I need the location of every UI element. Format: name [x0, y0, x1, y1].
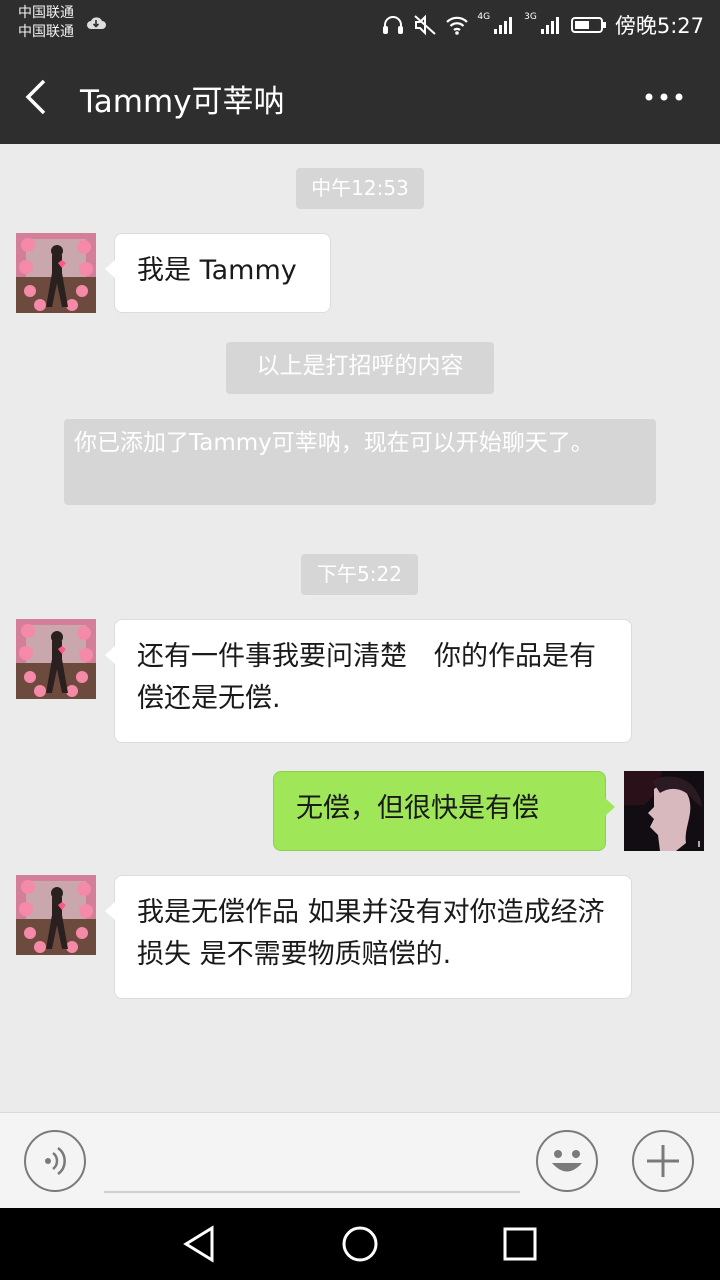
more-button[interactable] — [644, 90, 684, 104]
message-bubble-received[interactable]: 还有一件事我要问清楚 你的作品是有偿还是无偿. — [105, 619, 632, 743]
status-icons: 4G 3G 傍晚5:27 — [381, 10, 704, 40]
message-text: 还有一件事我要问清楚 你的作品是有偿还是无偿. — [137, 641, 596, 714]
message-input[interactable] — [104, 1191, 520, 1193]
contact-avatar-image — [16, 875, 96, 955]
back-button[interactable] — [22, 78, 52, 116]
voice-icon — [45, 1146, 66, 1176]
plus-icon — [647, 1145, 679, 1177]
message-bubble-sent[interactable]: 无偿，但很快是有偿 — [273, 771, 615, 851]
headset-icon — [383, 16, 404, 34]
message-bubble-received[interactable]: 我是 Tammy — [105, 233, 331, 313]
input-bar — [0, 1112, 720, 1209]
signal-icon-2 — [540, 17, 559, 34]
carrier-2: 中国联通 — [18, 24, 74, 40]
chevron-left-icon — [25, 79, 46, 115]
clock: 傍晚5:27 — [614, 14, 704, 38]
status-bar: 中国联通 中国联通 4G 3G 傍晚5:27 — [0, 0, 720, 50]
network-type-1: 4G — [477, 12, 491, 22]
message-text: 无偿，但很快是有偿 — [296, 793, 539, 824]
contact-avatar[interactable] — [16, 875, 96, 955]
contact-avatar-image — [16, 233, 96, 313]
nav-back-icon[interactable] — [180, 1224, 220, 1264]
more-dots-icon — [645, 93, 683, 101]
contact-avatar-image — [16, 619, 96, 699]
voice-button[interactable] — [24, 1130, 86, 1192]
message-text: 我是 Tammy — [137, 255, 297, 286]
timestamp: 中午12:53 — [296, 168, 424, 209]
message-list[interactable]: 中午12:53 我是 Tammy 以上是打招呼的内容 你已添加了Tammy可莘呐… — [0, 144, 720, 1112]
timestamp: 下午5:22 — [301, 554, 418, 595]
message-bubble-received[interactable]: 我是无偿作品 如果并没有对你造成经济损失 是不需要物质赔偿的. — [105, 875, 632, 999]
message-text: 我是无偿作品 如果并没有对你造成经济损失 是不需要物质赔偿的. — [137, 897, 605, 970]
system-notice: 你已添加了Tammy可莘呐，现在可以开始聊天了。 — [64, 419, 656, 505]
chat-title: Tammy可莘呐 — [80, 84, 285, 120]
carrier-labels: 中国联通 中国联通 — [18, 4, 74, 42]
nav-home-icon[interactable] — [340, 1224, 380, 1264]
contact-avatar[interactable] — [16, 619, 96, 699]
cloud-icon — [87, 17, 106, 29]
my-avatar[interactable] — [624, 771, 704, 851]
carrier-1: 中国联通 — [18, 5, 74, 21]
battery-icon — [570, 17, 606, 33]
plus-button[interactable] — [632, 1130, 694, 1192]
system-notice: 以上是打招呼的内容 — [226, 342, 494, 394]
contact-avatar[interactable] — [16, 233, 96, 313]
emoji-icon — [552, 1150, 582, 1172]
my-avatar-image — [624, 771, 704, 851]
emoji-button[interactable] — [536, 1130, 598, 1192]
chat-header: Tammy可莘呐 — [0, 50, 720, 144]
mute-icon — [414, 14, 437, 36]
wifi-icon — [446, 16, 469, 35]
network-type-2: 3G — [524, 12, 537, 22]
nav-recents-icon[interactable] — [500, 1224, 540, 1264]
system-nav-bar — [0, 1208, 720, 1280]
signal-icon-1 — [494, 17, 513, 34]
